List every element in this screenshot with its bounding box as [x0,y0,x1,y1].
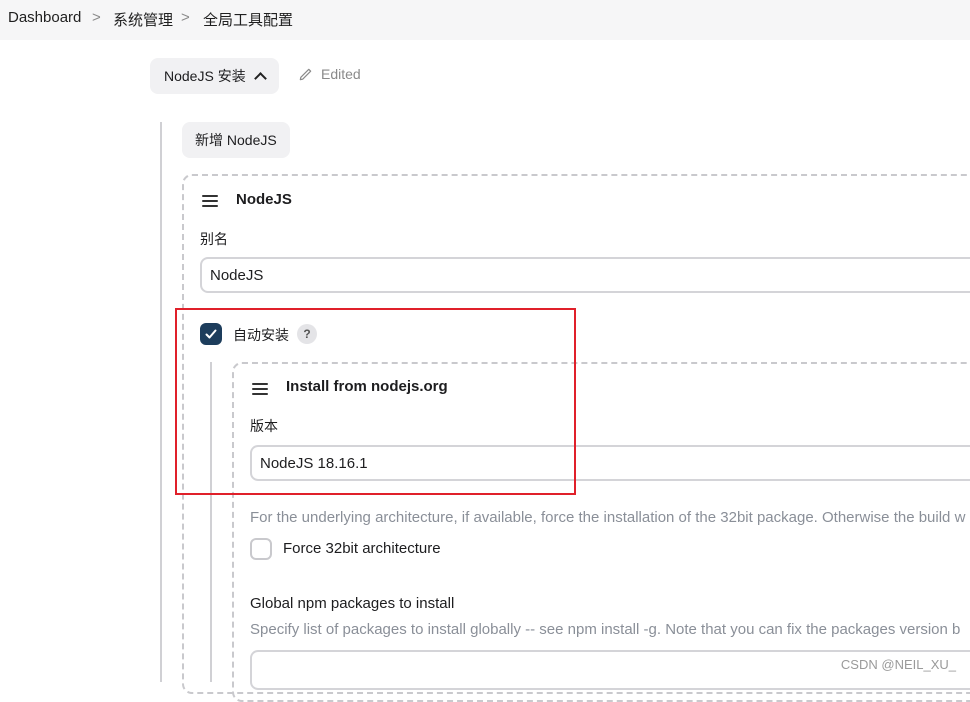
arch-help-text: For the underlying architecture, if avai… [250,509,966,526]
highlight-annotation-box [175,308,576,495]
force-32bit-label[interactable]: Force 32bit architecture [283,540,441,557]
force-32bit-checkbox[interactable] [250,538,272,560]
nesting-line [160,122,162,682]
drag-handle-icon[interactable] [202,195,218,207]
add-nodejs-button[interactable]: 新增 NodeJS [182,122,290,158]
nodejs-installations-toggle[interactable]: NodeJS 安装 [150,58,279,94]
breadcrumb: Dashboard > 系统管理 > 全局工具配置 [0,0,970,40]
breadcrumb-separator-icon: > [181,9,190,26]
watermark: CSDN @NEIL_XU_ [840,657,956,672]
npm-packages-label: Global npm packages to install [250,595,455,612]
pencil-icon [299,68,312,80]
edited-label: Edited [321,66,361,82]
breadcrumb-global-tool-config[interactable]: 全局工具配置 [203,9,293,30]
alias-label: 别名 [200,231,228,247]
breadcrumb-dashboard[interactable]: Dashboard [8,9,81,26]
chevron-up-icon [253,71,267,85]
nodejs-block-title: NodeJS [236,191,292,208]
npm-packages-help: Specify list of packages to install glob… [250,621,961,638]
alias-input[interactable] [200,257,970,293]
breadcrumb-system-management[interactable]: 系统管理 [113,9,173,30]
edited-status: Edited [298,66,361,82]
section-title: NodeJS 安装 [164,68,246,84]
breadcrumb-separator-icon: > [92,9,101,26]
